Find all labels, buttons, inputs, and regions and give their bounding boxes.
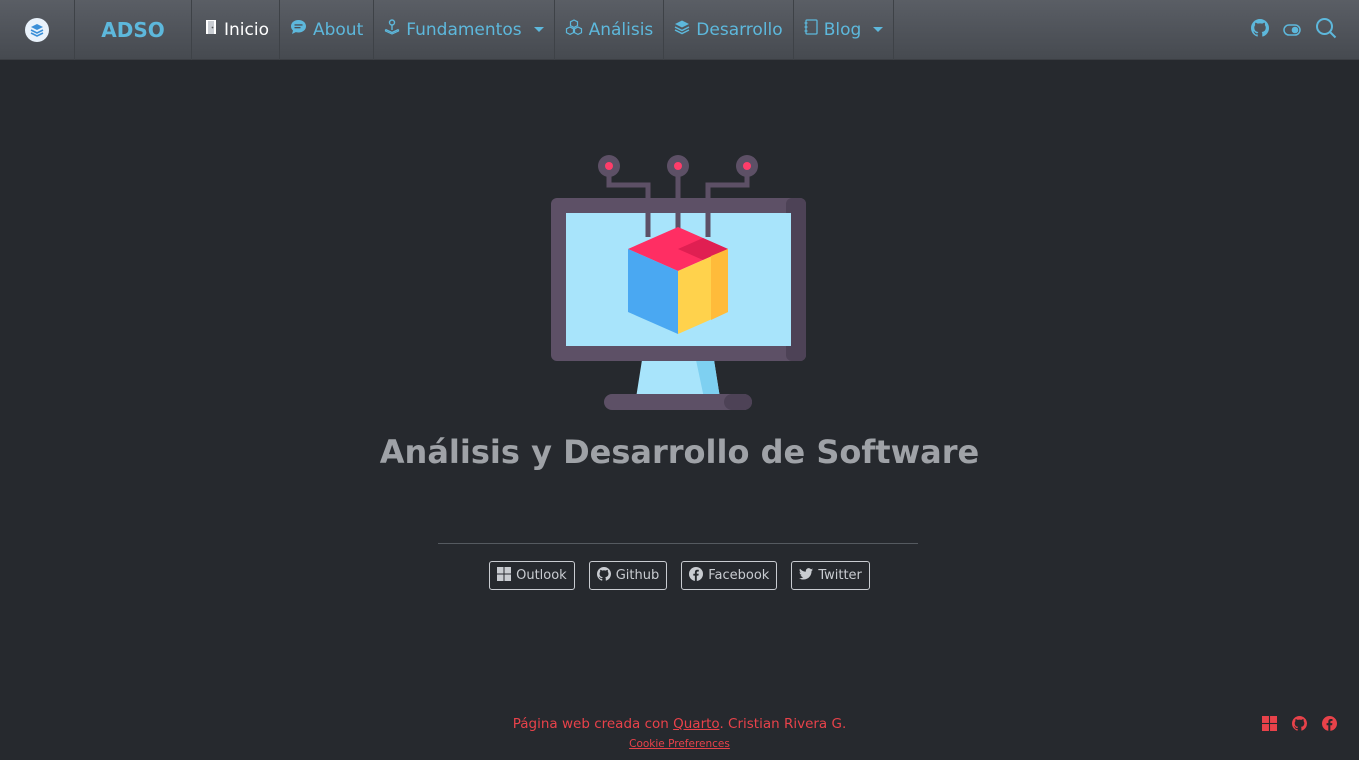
nav-label: About — [312, 19, 364, 40]
page-title: Análisis y Desarrollo de Software — [379, 433, 980, 471]
footer-suffix: . Cristian Rivera G. — [719, 716, 847, 732]
brand-name[interactable]: ADSO — [75, 0, 192, 60]
cookie-preferences-link[interactable]: Cookie Preferences — [0, 738, 1359, 750]
footer-icons — [1262, 716, 1337, 735]
outlook-label: Outlook — [516, 568, 567, 583]
nav-item-blog[interactable]: Blog — [794, 0, 895, 60]
windows-icon[interactable] — [1262, 716, 1277, 735]
nav-label: Análisis — [588, 19, 654, 40]
twitter-label: Twitter — [818, 568, 862, 583]
search-icon[interactable] — [1315, 17, 1337, 43]
facebook-icon — [689, 566, 704, 585]
github-icon — [596, 566, 611, 585]
nav-item-fundamentos[interactable]: Fundamentos — [374, 0, 555, 60]
layers-logo-icon — [25, 17, 49, 42]
github-button[interactable]: Github — [588, 561, 668, 590]
brand-logo[interactable] — [0, 0, 75, 60]
github-icon[interactable] — [1251, 19, 1269, 41]
github-label: Github — [615, 568, 660, 583]
nav-label: Desarrollo — [696, 19, 783, 40]
journal-icon — [804, 19, 818, 40]
windows-icon — [497, 566, 512, 585]
github-icon[interactable] — [1292, 716, 1307, 735]
quarto-link[interactable]: Quarto — [673, 716, 719, 732]
boxes-icon — [565, 19, 583, 40]
nav-item-analisis[interactable]: Análisis — [555, 0, 665, 60]
nav-label: Inicio — [224, 19, 269, 40]
footer-prefix: Página web creada con — [512, 716, 674, 732]
toggle-icon[interactable] — [1283, 21, 1301, 40]
facebook-button[interactable]: Facebook — [681, 561, 778, 590]
footer-credit: Página web creada con Quarto. Cristian R… — [0, 716, 1359, 732]
facebook-label: Facebook — [708, 568, 770, 583]
chevron-down-icon — [533, 27, 544, 32]
facebook-icon[interactable] — [1322, 716, 1337, 735]
nav-label: Fundamentos — [406, 19, 522, 40]
hero-illustration — [548, 152, 810, 418]
twitter-icon — [799, 567, 814, 584]
nav-item-about[interactable]: About — [280, 0, 375, 60]
nav-item-desarrollo[interactable]: Desarrollo — [664, 0, 794, 60]
joystick-icon — [384, 19, 400, 40]
door-icon — [204, 19, 218, 40]
twitter-button[interactable]: Twitter — [791, 561, 870, 590]
nav-item-inicio[interactable]: Inicio — [192, 0, 280, 60]
chat-icon — [290, 19, 307, 40]
navbar: ADSO Inicio About Fundamentos Análisis D… — [0, 0, 1359, 60]
nav-label: Blog — [823, 19, 862, 40]
divider — [438, 543, 918, 544]
chevron-down-icon — [873, 27, 884, 32]
outlook-button[interactable]: Outlook — [489, 561, 575, 590]
layers-icon — [674, 19, 690, 40]
navbar-tools — [1251, 0, 1337, 60]
social-links: Outlook Github Facebook Twitter — [0, 561, 1359, 590]
